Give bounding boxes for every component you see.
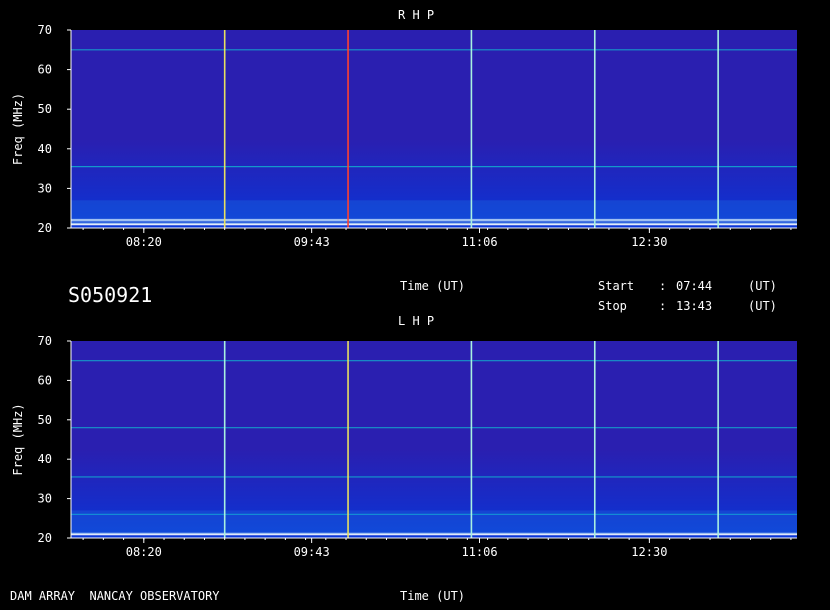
y-tick-label: 60	[38, 373, 52, 387]
x-tick-label: 11:06	[461, 545, 497, 559]
y-tick-label: 50	[38, 413, 52, 427]
low-frequency-emission	[71, 510, 797, 535]
lhp-spectrogram: 20 30 40 50 60 70 Freq (MHz) 08:20 09:43 11:06 12:…	[11, 334, 797, 559]
time-axis-label-bottom: Time (UT)	[400, 589, 466, 603]
spectrogram-area	[71, 341, 797, 538]
observatory-label: DAM ARRAY NANCAY OBSERVATORY	[10, 589, 220, 603]
y-tick-label: 30	[38, 492, 52, 506]
y-tick-label: 20	[38, 531, 52, 545]
y-tick-label: 40	[38, 452, 52, 466]
x-tick-label: 09:43	[294, 545, 330, 559]
x-tick-label: 08:20	[126, 545, 162, 559]
y-tick-label: 70	[38, 334, 52, 348]
y-axis-label: Freq (MHz)	[11, 403, 25, 475]
x-tick-label: 12:30	[631, 545, 667, 559]
